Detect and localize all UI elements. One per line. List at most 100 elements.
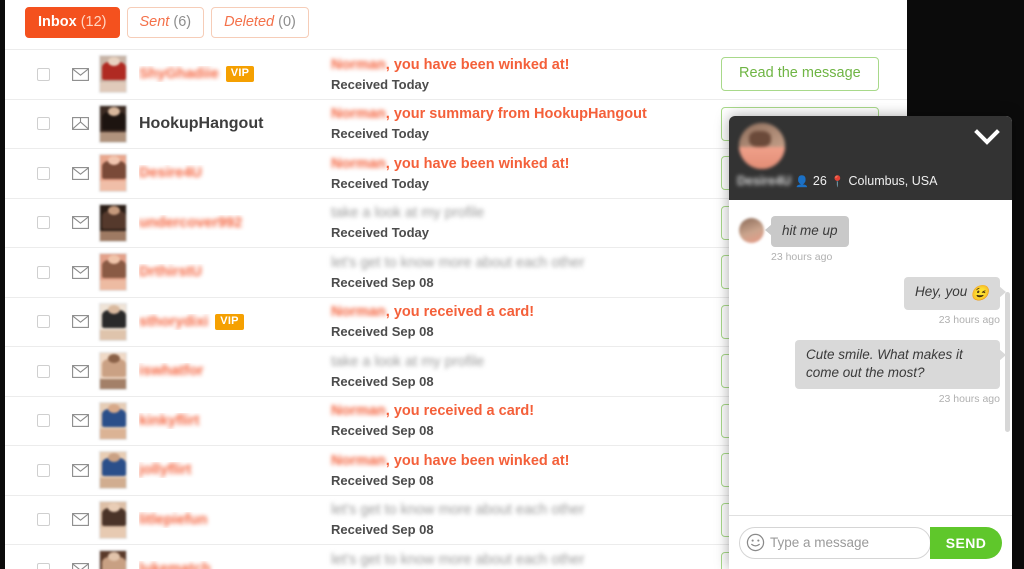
envelope-closed-icon — [71, 513, 89, 527]
envelope-closed-icon — [71, 315, 89, 329]
message-subject[interactable]: let's get to know more about each other — [331, 254, 711, 272]
sender-thumbnail[interactable] — [99, 550, 127, 569]
sender-username[interactable]: lukematch — [139, 561, 211, 569]
message-status-icon[interactable] — [67, 513, 93, 527]
message-status-icon[interactable] — [67, 166, 93, 180]
sender-username[interactable]: kinkyflirt — [139, 413, 199, 429]
sender-cell: DrthirstU — [139, 264, 331, 280]
sender-thumbnail[interactable] — [99, 253, 127, 292]
envelope-closed-icon — [71, 463, 89, 477]
sender-username[interactable]: HookupHangout — [139, 115, 263, 133]
chat-bubble: Hey, you 😉 — [904, 277, 1006, 310]
sender-thumbnail[interactable] — [99, 500, 127, 539]
message-select-checkbox[interactable] — [37, 265, 50, 279]
envelope-closed-icon — [71, 562, 89, 569]
sender-username[interactable]: ShyGhadiie — [139, 66, 219, 82]
message-subject[interactable]: let's get to know more about each other — [331, 501, 711, 519]
message-status-icon[interactable] — [67, 414, 93, 428]
message-status-icon[interactable] — [67, 463, 93, 477]
message-subject[interactable]: let's get to know more about each other — [331, 551, 711, 569]
sender-thumbnail[interactable] — [99, 203, 127, 242]
message-status-icon[interactable] — [67, 364, 93, 378]
sender-thumbnail[interactable] — [99, 104, 127, 143]
sender-thumbnail[interactable] — [99, 352, 127, 391]
vip-badge: VIP — [225, 66, 255, 83]
message-select-checkbox[interactable] — [37, 67, 50, 81]
sender-cell: ShyGhadiie VIP — [139, 66, 331, 83]
message-select-checkbox[interactable] — [37, 562, 50, 569]
sender-cell: HookupHangout — [139, 115, 331, 133]
message-subject[interactable]: Norman, you received a card! — [331, 402, 711, 420]
sender-username[interactable]: litlepiefun — [139, 512, 207, 528]
recipient-name: Norman — [331, 452, 386, 469]
tab-deleted[interactable]: Deleted (0) — [211, 7, 309, 38]
sender-thumbnail[interactable] — [99, 154, 127, 193]
message-select-checkbox[interactable] — [37, 315, 50, 329]
message-received-date: Received Today — [331, 225, 430, 241]
message-subject[interactable]: Norman, you received a card! — [331, 303, 711, 321]
subject-cell: let's get to know more about each otherR… — [331, 551, 721, 569]
sender-cell: jollyflirt — [139, 462, 331, 478]
chat-collapse-button[interactable] — [974, 128, 1000, 146]
chat-bubble: Cute smile. What makes it come out the m… — [795, 340, 1006, 389]
screen: Inbox (12) Sent (6) Deleted (0) ShyGhadiie… — [0, 0, 1024, 569]
subject-text: , you have been winked at! — [385, 56, 570, 73]
message-select-checkbox[interactable] — [37, 166, 50, 180]
sender-cell: litlepiefun — [139, 512, 331, 528]
sender-username[interactable]: undercover992 — [139, 215, 242, 231]
message-status-icon[interactable] — [67, 265, 93, 279]
message-status-icon[interactable] — [67, 117, 93, 131]
sender-thumbnail[interactable] — [99, 55, 127, 94]
message-select-checkbox[interactable] — [37, 414, 50, 428]
chat-message-area: hit me up 23 hours ago Hey, you 😉 23 hours a… — [729, 200, 1012, 515]
message-subject[interactable]: Norman, you have been winked at! — [331, 155, 711, 173]
sender-username[interactable]: DrthirstU — [139, 264, 202, 280]
envelope-closed-icon — [71, 265, 89, 279]
message-select-checkbox[interactable] — [37, 216, 50, 230]
chat-message-input[interactable] — [770, 527, 930, 558]
sender-thumbnail[interactable] — [99, 401, 127, 440]
chat-bubble-avatar[interactable] — [739, 218, 764, 243]
message-status-icon[interactable] — [67, 315, 93, 329]
smiley-icon[interactable] — [740, 533, 770, 552]
message-status-icon[interactable] — [67, 216, 93, 230]
sender-thumbnail[interactable] — [99, 302, 127, 341]
tab-count: (0) — [278, 14, 296, 30]
envelope-closed-icon — [71, 414, 89, 428]
tab-sent[interactable]: Sent (6) — [126, 7, 205, 38]
message-select-checkbox[interactable] — [37, 463, 50, 477]
chat-scrollbar[interactable] — [1005, 292, 1010, 432]
message-row[interactable]: ShyGhadiie VIP Norman, you have been winke… — [5, 49, 907, 99]
chat-partner-avatar[interactable] — [739, 123, 785, 169]
envelope-open-icon — [71, 117, 89, 131]
envelope-closed-icon — [71, 364, 89, 378]
message-subject[interactable]: Norman, you have been winked at! — [331, 452, 711, 470]
chat-bubble: hit me up — [765, 216, 849, 247]
message-received-date: Received Today — [331, 175, 430, 191]
message-subject[interactable]: take a look at my profile — [331, 353, 711, 371]
message-status-icon[interactable] — [67, 67, 93, 81]
message-select-checkbox[interactable] — [37, 364, 50, 378]
message-subject[interactable]: Norman, you have been winked at! — [331, 56, 711, 74]
message-subject[interactable]: Norman, your summary from HookupHangout — [331, 105, 711, 123]
chat-partner-name: Desire4U — [737, 174, 792, 188]
sender-username[interactable]: sthorydixi — [139, 314, 208, 330]
message-select-checkbox[interactable] — [37, 513, 50, 527]
tab-inbox[interactable]: Inbox (12) — [25, 7, 120, 38]
recipient-name: Norman — [331, 403, 386, 420]
sender-thumbnail[interactable] — [99, 451, 127, 490]
subject-cell: Norman, you have been winked at! Received… — [331, 452, 721, 489]
recipient-name: Norman — [331, 304, 386, 321]
read-the-message-button[interactable]: Read the message — [721, 57, 879, 92]
message-select-checkbox[interactable] — [37, 117, 50, 131]
sender-username[interactable]: iswhatfor — [139, 363, 203, 379]
message-action-cell: Read the message — [721, 57, 907, 92]
sender-username[interactable]: Desire4U — [139, 165, 202, 181]
chat-send-button[interactable]: SEND — [930, 526, 1002, 559]
message-received-date: Received Sep 08 — [331, 324, 434, 340]
message-subject[interactable]: take a look at my profile — [331, 204, 711, 222]
chevron-down-icon — [974, 129, 1000, 145]
sender-username[interactable]: jollyflirt — [139, 462, 191, 478]
message-status-icon[interactable] — [67, 562, 93, 569]
subject-text: , you received a card! — [385, 304, 535, 321]
